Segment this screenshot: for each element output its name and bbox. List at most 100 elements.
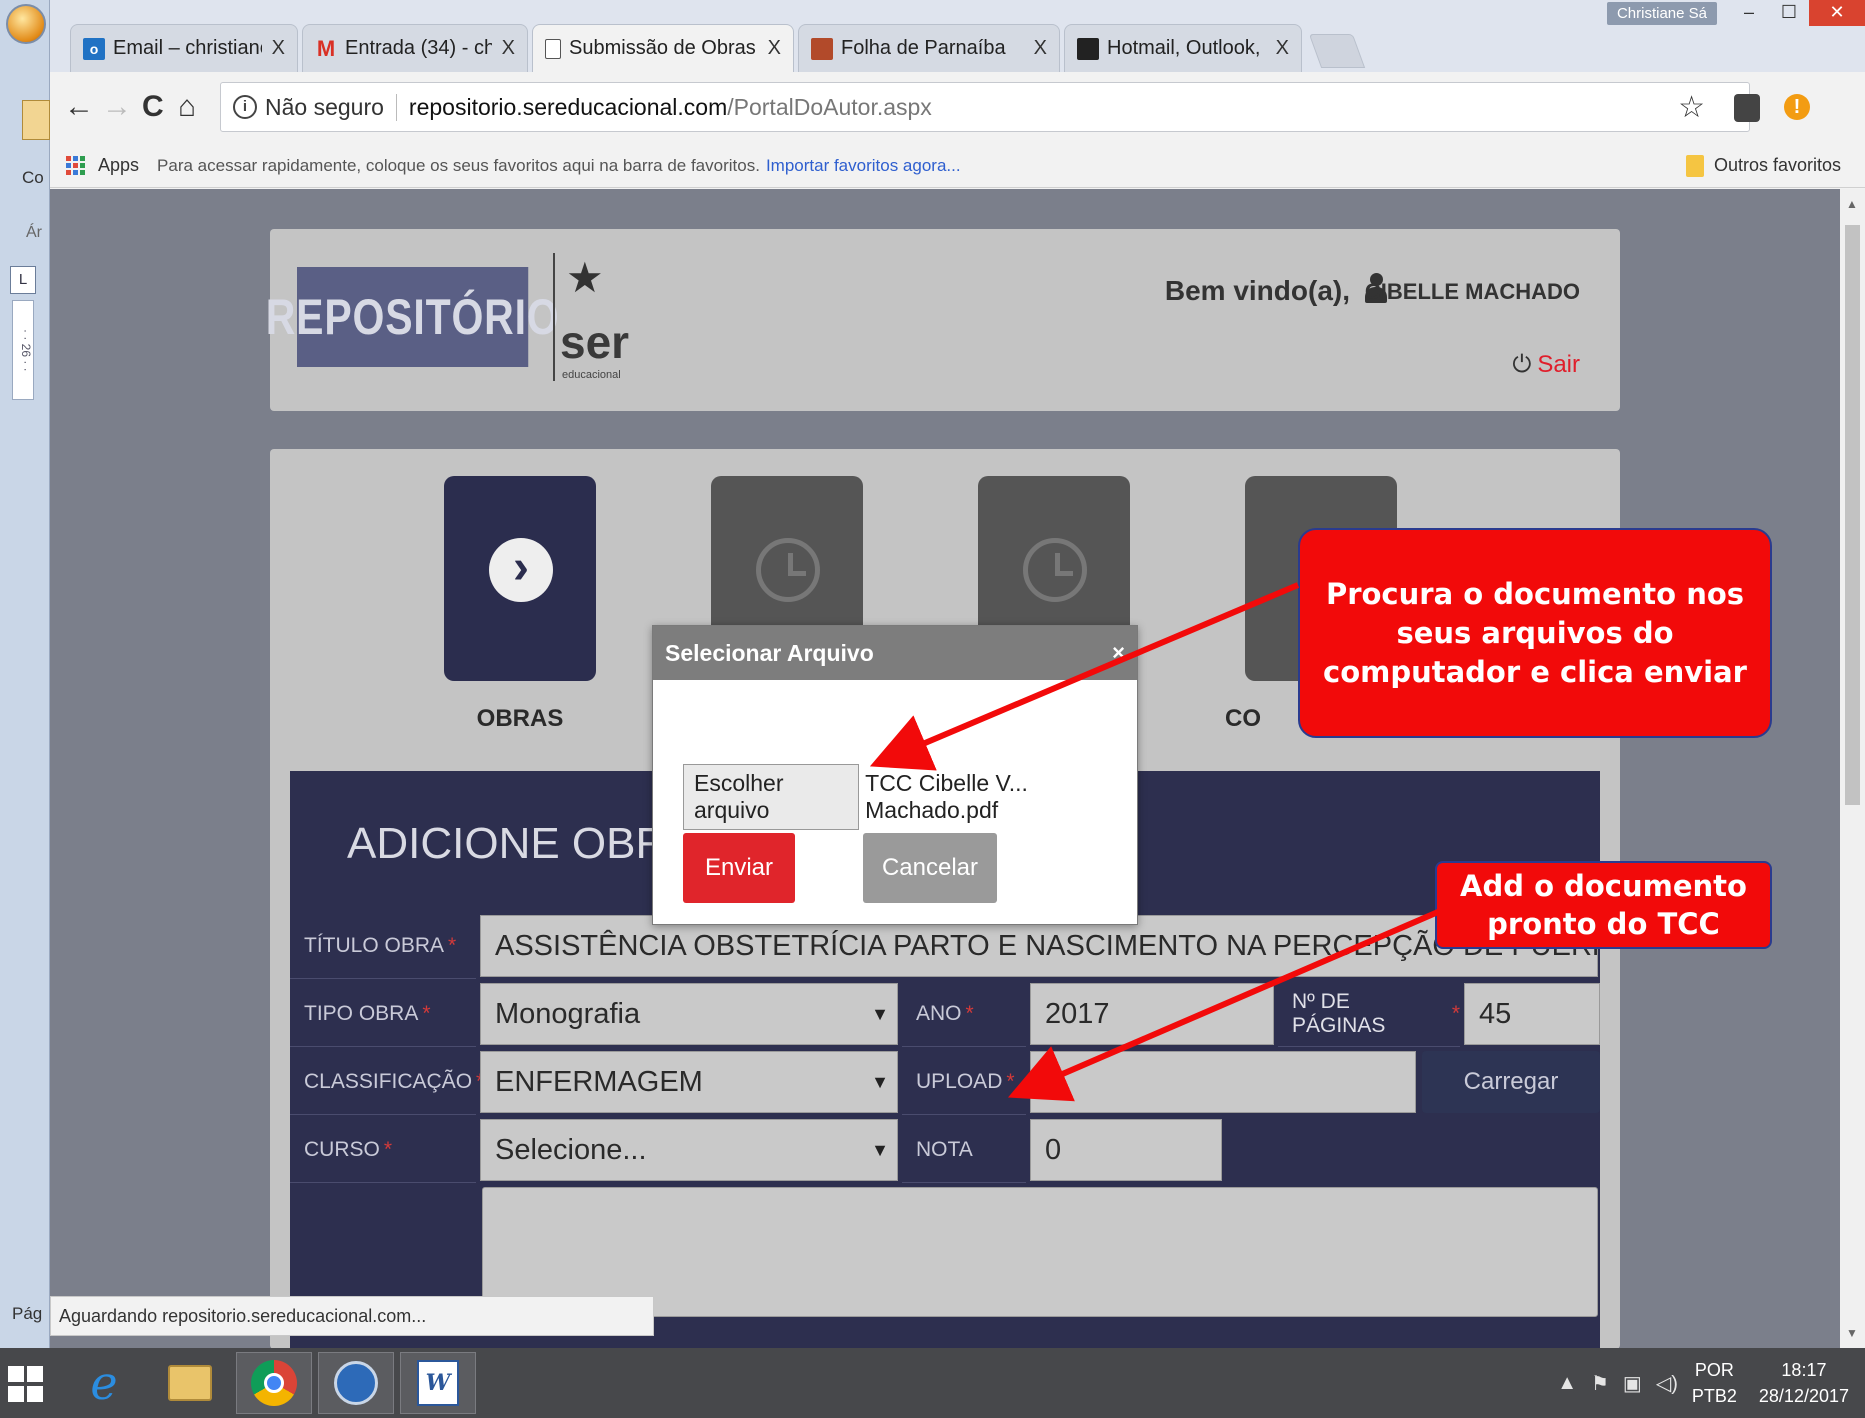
logout-link[interactable]: ⏻ Sair bbox=[1512, 351, 1580, 379]
tab-title: Hotmail, Outlook, Skype, bbox=[1107, 37, 1266, 59]
apps-link[interactable]: Apps bbox=[98, 155, 139, 176]
modal-header: Selecionar Arquivo × bbox=[653, 626, 1137, 680]
address-bar[interactable]: i Não seguro repositorio.sereducacional.… bbox=[220, 82, 1750, 132]
ser-brand: ser bbox=[560, 316, 630, 368]
new-tab-button[interactable] bbox=[1308, 34, 1366, 68]
tab-close-button[interactable]: X bbox=[502, 37, 515, 60]
tab-hotmail[interactable]: Hotmail, Outlook, Skype, X bbox=[1064, 24, 1302, 72]
upload-input[interactable] bbox=[1030, 1051, 1416, 1113]
tab-close-button[interactable]: X bbox=[272, 37, 285, 60]
choose-file-button[interactable]: Escolher arquivo bbox=[683, 764, 860, 830]
scroll-up-arrow[interactable]: ▲ bbox=[1846, 197, 1858, 211]
volume-icon[interactable]: ◁) bbox=[1656, 1371, 1678, 1396]
classificacao-select[interactable]: ENFERMAGEM ▼ bbox=[480, 1051, 898, 1113]
cancel-button[interactable]: Cancelar bbox=[863, 833, 997, 903]
ano-input[interactable]: 2017 bbox=[1030, 983, 1274, 1045]
maximize-button[interactable]: ☐ bbox=[1769, 0, 1809, 26]
tipo-value: Monografia bbox=[495, 997, 641, 1030]
page-scrollbar[interactable]: ▲ ▼ bbox=[1840, 189, 1865, 1348]
upload-label-text: UPLOAD bbox=[916, 1069, 1003, 1093]
alert-icon[interactable]: ! bbox=[1784, 94, 1810, 120]
internet-explorer-icon: e bbox=[90, 1356, 118, 1410]
tab-folha[interactable]: Folha de Parnaíba X bbox=[798, 24, 1060, 72]
send-button[interactable]: Enviar bbox=[683, 833, 795, 903]
forward-button[interactable]: → bbox=[102, 90, 132, 124]
site-header: REPOSITÓRIO ★ ser educacional Bem vindo(… bbox=[266, 229, 1620, 411]
clock[interactable]: 18:17 28/12/2017 bbox=[1759, 1357, 1849, 1409]
taskbar-ie[interactable]: e bbox=[66, 1352, 142, 1414]
action-center-flag-icon[interactable]: ⚑ bbox=[1591, 1371, 1609, 1396]
step-obras[interactable]: › bbox=[444, 476, 596, 681]
curso-select[interactable]: Selecione... ▼ bbox=[480, 1119, 898, 1181]
scroll-thumb[interactable] bbox=[1845, 225, 1860, 805]
info-icon[interactable]: i bbox=[233, 95, 257, 119]
tab-strip: o Email – christiane.lins@m X M Entrada … bbox=[50, 0, 1865, 72]
tipo-select[interactable]: Monografia ▼ bbox=[480, 983, 898, 1045]
taskbar-explorer[interactable] bbox=[152, 1352, 228, 1414]
office-button[interactable] bbox=[6, 4, 46, 44]
profile-name[interactable]: Christiane Sá bbox=[1606, 1, 1717, 25]
paste-icon[interactable] bbox=[22, 100, 50, 140]
power-icon: ⏻ bbox=[1512, 351, 1532, 378]
annotation-callout-upload: Add o documento pronto do TCC bbox=[1435, 861, 1772, 949]
modal-close-button[interactable]: × bbox=[1112, 640, 1125, 666]
bookmarks-bar: Apps Para acessar rapidamente, coloque o… bbox=[50, 144, 1865, 188]
required-mark: * bbox=[448, 933, 457, 957]
word-side-strip: Co Ár L · · 26 · · Pág bbox=[0, 0, 50, 1418]
bookmark-star-icon[interactable]: ☆ bbox=[1678, 90, 1705, 125]
keyboard-layout: PTB2 bbox=[1691, 1386, 1737, 1406]
outlook-icon: o bbox=[83, 37, 105, 60]
upload-label: UPLOAD * bbox=[902, 1049, 1026, 1115]
news-icon bbox=[811, 37, 833, 60]
language-indicator[interactable]: POR PTB2 bbox=[1692, 1357, 1737, 1409]
tray-expand-icon[interactable]: ▲ bbox=[1557, 1372, 1577, 1395]
logo-divider bbox=[553, 253, 555, 381]
windows-start-icon[interactable] bbox=[8, 1366, 44, 1402]
taskbar-word[interactable]: W bbox=[400, 1352, 476, 1414]
taskbar-chrome[interactable] bbox=[236, 1352, 312, 1414]
tab-close-button[interactable]: X bbox=[1034, 37, 1047, 60]
repositorio-logo[interactable]: REPOSITÓRIO bbox=[266, 267, 559, 367]
chevron-down-icon: ▼ bbox=[871, 1003, 889, 1024]
language-code: POR bbox=[1694, 1360, 1734, 1380]
tab-close-button[interactable]: X bbox=[1276, 37, 1289, 60]
tab-close-button[interactable]: X bbox=[768, 37, 781, 60]
home-button[interactable]: ⌂ bbox=[178, 90, 196, 124]
paginas-label: Nº DE PÁGINAS * bbox=[1278, 981, 1460, 1047]
paginas-input[interactable]: 45 bbox=[1464, 983, 1600, 1045]
tab-submissao[interactable]: Submissão de Obras X bbox=[532, 24, 794, 72]
security-label[interactable]: Não seguro bbox=[265, 93, 397, 121]
scroll-down-arrow[interactable]: ▼ bbox=[1846, 1326, 1858, 1340]
tab-selector[interactable]: L bbox=[10, 266, 36, 294]
other-bookmarks[interactable]: Outros favoritos bbox=[1685, 154, 1841, 177]
step-4-label: CO bbox=[1225, 705, 1261, 732]
import-bookmarks-link[interactable]: Importar favoritos agora... bbox=[766, 156, 961, 176]
close-window-button[interactable]: ✕ bbox=[1809, 0, 1865, 26]
ano-label-text: ANO bbox=[916, 1001, 962, 1025]
tab-email[interactable]: o Email – christiane.lins@m X bbox=[70, 24, 298, 72]
required-mark: * bbox=[383, 1137, 393, 1161]
taskbar: e W ▲ ⚑ ▣ ◁) POR PTB2 18:17 28/12/2017 bbox=[0, 1348, 1865, 1418]
app-icon bbox=[334, 1361, 378, 1405]
file-picker: Escolher arquivo TCC Cibelle V... Machad… bbox=[683, 764, 1137, 830]
extension-icon[interactable] bbox=[1734, 94, 1760, 122]
modal-title: Selecionar Arquivo bbox=[665, 639, 874, 666]
reload-button[interactable]: C bbox=[142, 90, 164, 124]
titulo-label-text: TÍTULO OBRA bbox=[304, 933, 445, 957]
carregar-button[interactable]: Carregar bbox=[1422, 1051, 1600, 1113]
tab-gmail[interactable]: M Entrada (34) - christianel X bbox=[302, 24, 528, 72]
tab-title: Submissão de Obras bbox=[569, 37, 756, 59]
window-controls: Christiane Sá – ☐ ✕ bbox=[1606, 0, 1865, 26]
bookmarks-hint: Para acessar rapidamente, coloque os seu… bbox=[157, 155, 760, 175]
nota-input[interactable]: 0 bbox=[1030, 1119, 1222, 1181]
tab-title: Entrada (34) - christianel bbox=[345, 37, 492, 59]
classificacao-label-text: CLASSIFICAÇÃO bbox=[304, 1069, 473, 1093]
minimize-button[interactable]: – bbox=[1729, 0, 1769, 26]
network-icon[interactable]: ▣ bbox=[1623, 1371, 1642, 1396]
required-mark: * bbox=[1006, 1069, 1015, 1093]
taskbar-app-4[interactable] bbox=[318, 1352, 394, 1414]
back-button[interactable]: ← bbox=[64, 90, 94, 124]
apps-grid-icon[interactable] bbox=[66, 155, 86, 176]
tipo-label-text: TIPO OBRA bbox=[304, 1001, 419, 1025]
url-path: /PortalDoAutor.aspx bbox=[727, 93, 932, 120]
